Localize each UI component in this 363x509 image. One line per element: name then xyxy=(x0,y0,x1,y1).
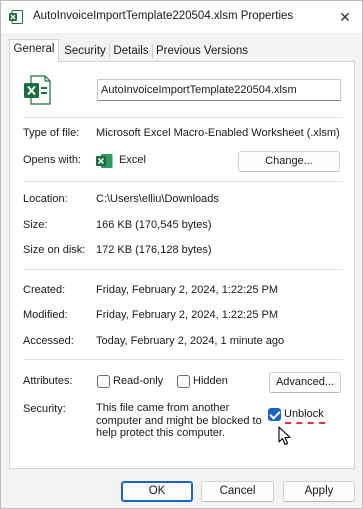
excel-file-icon xyxy=(9,10,23,24)
location-label: Location: xyxy=(23,193,68,205)
opens-with-label: Opens with: xyxy=(23,154,82,166)
excel-file-icon xyxy=(24,75,51,105)
properties-dialog: AutoInvoiceImportTemplate220504.xlsm Pro… xyxy=(0,0,363,509)
type-of-file-label: Type of file: xyxy=(23,127,80,139)
size-label: Size: xyxy=(23,219,48,231)
general-tab-panel: AutoInvoiceImportTemplate220504.xlsm Typ… xyxy=(9,61,355,469)
modified-value: Friday, February 2, 2024, 1:22:25 PM xyxy=(96,309,278,321)
tab-general[interactable]: General xyxy=(9,39,59,62)
tab-divider xyxy=(152,44,153,58)
divider xyxy=(23,269,343,270)
accessed-value: Today, February 2, 2024, 1 minute ago xyxy=(96,335,285,347)
annotation-underline xyxy=(285,422,325,424)
size-value: 166 KB (170,545 bytes) xyxy=(96,219,212,231)
hidden-label[interactable]: Hidden xyxy=(193,375,228,387)
security-warning-text: This file came from another computer and… xyxy=(96,402,262,439)
readonly-checkbox[interactable] xyxy=(97,375,110,388)
created-label: Created: xyxy=(23,284,66,296)
window-title: AutoInvoiceImportTemplate220504.xlsm Pro… xyxy=(33,10,294,22)
divider xyxy=(23,359,343,360)
security-label: Security: xyxy=(23,403,66,415)
apply-button[interactable]: Apply xyxy=(283,481,355,502)
tab-divider xyxy=(109,44,110,58)
modified-label: Modified: xyxy=(23,309,68,321)
size-on-disk-label: Size on disk: xyxy=(23,244,86,256)
cancel-button[interactable]: Cancel xyxy=(201,481,274,502)
type-of-file-value: Microsoft Excel Macro-Enabled Worksheet … xyxy=(96,127,340,139)
title-bar: AutoInvoiceImportTemplate220504.xlsm Pro… xyxy=(1,1,362,33)
advanced-button[interactable]: Advanced... xyxy=(269,372,341,393)
close-icon[interactable]: ✕ xyxy=(328,1,362,33)
divider xyxy=(23,181,343,182)
hidden-checkbox[interactable] xyxy=(177,375,190,388)
divider xyxy=(23,117,343,118)
attributes-label: Attributes: xyxy=(23,375,73,387)
location-value: C:\Users\elliu\Downloads xyxy=(96,193,219,205)
file-name-field[interactable]: AutoInvoiceImportTemplate220504.xlsm xyxy=(97,79,341,101)
created-value: Friday, February 2, 2024, 1:22:25 PM xyxy=(96,284,278,296)
tab-previous-versions[interactable]: Previous Versions xyxy=(155,41,248,61)
tab-security[interactable]: Security xyxy=(63,41,107,61)
readonly-label[interactable]: Read-only xyxy=(113,375,163,387)
unblock-label[interactable]: Unblock xyxy=(284,408,324,420)
excel-app-icon xyxy=(96,154,113,168)
opens-with-value: Excel xyxy=(119,154,146,166)
unblock-checkbox[interactable] xyxy=(268,408,281,421)
change-button[interactable]: Change... xyxy=(238,151,340,172)
ok-button[interactable]: OK xyxy=(121,481,193,502)
tab-details[interactable]: Details xyxy=(112,41,150,61)
accessed-label: Accessed: xyxy=(23,335,74,347)
mouse-pointer-icon xyxy=(278,426,291,446)
size-on-disk-value: 172 KB (176,128 bytes) xyxy=(96,244,212,256)
